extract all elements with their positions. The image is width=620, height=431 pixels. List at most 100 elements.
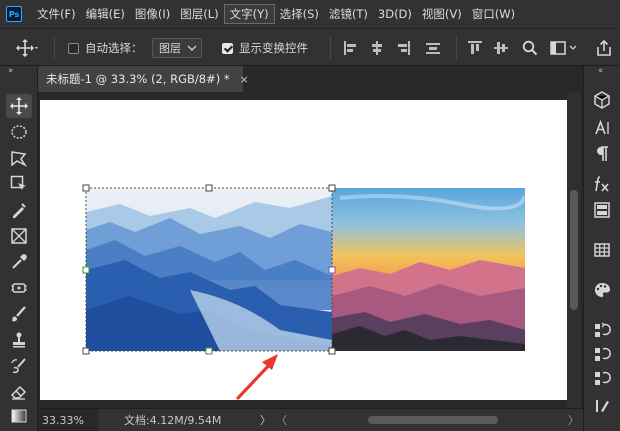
- stamp-icon: [13, 332, 25, 348]
- paragraph-panel-button[interactable]: [592, 144, 612, 164]
- crop-tool[interactable]: [6, 198, 32, 222]
- distribute-icon: [426, 41, 440, 55]
- history-brush-tool[interactable]: [6, 354, 32, 378]
- menu-type[interactable]: 文字(Y): [223, 4, 275, 24]
- transform-handle[interactable]: [328, 184, 336, 192]
- transform-handle[interactable]: [82, 266, 90, 274]
- menu-view[interactable]: 视图(V): [417, 4, 467, 24]
- canvas-artwork[interactable]: [40, 100, 567, 400]
- auto-select-target-dropdown[interactable]: 图层: [152, 38, 202, 58]
- menu-3d[interactable]: 3D(D): [373, 4, 417, 24]
- align-center-button[interactable]: [370, 29, 384, 67]
- vertical-scroll-thumb[interactable]: [570, 190, 578, 310]
- workspace-icon: [550, 41, 566, 55]
- align-vertical-center-icon: [494, 41, 508, 55]
- object-selection-icon: [10, 175, 26, 190]
- transform-handle[interactable]: [82, 347, 90, 355]
- transform-handle[interactable]: [328, 347, 336, 355]
- menu-image[interactable]: 图像(I): [130, 4, 175, 24]
- align-left-icon: [344, 41, 358, 55]
- move-tool[interactable]: [6, 94, 32, 118]
- document-canvas[interactable]: [40, 100, 567, 400]
- brush-settings-panel-button[interactable]: [592, 396, 612, 416]
- menu-file[interactable]: 文件(F): [32, 4, 81, 24]
- 3d-panel-button[interactable]: [592, 90, 612, 110]
- status-menu-arrow[interactable]: 〉: [260, 409, 271, 431]
- healing-brush-tool[interactable]: [6, 276, 32, 300]
- move-tool-preset[interactable]: [16, 29, 38, 67]
- brush-crop-icon: [13, 203, 26, 218]
- clone-stamp-tool[interactable]: [6, 328, 32, 352]
- lasso-icon: [11, 151, 28, 167]
- grid-icon: [594, 243, 610, 257]
- collapse-toolbar-icon[interactable]: ››: [8, 66, 13, 76]
- show-transform-label: 显示变换控件: [239, 41, 308, 55]
- move-icon: [16, 39, 38, 57]
- menu-select[interactable]: 选择(S): [275, 4, 324, 24]
- show-transform-checkbox[interactable]: [222, 42, 233, 54]
- align-middle-button[interactable]: [494, 29, 508, 67]
- styles-panel-button[interactable]: [592, 174, 612, 194]
- object-selection-tool[interactable]: [6, 172, 32, 196]
- align-right-icon: [396, 41, 410, 55]
- sunset-mountains-image[interactable]: [332, 188, 527, 351]
- menu-filter[interactable]: 滤镜(T): [324, 4, 373, 24]
- collapse-panels-icon[interactable]: ‹‹: [598, 66, 603, 76]
- dropdown-value: 图层: [159, 42, 181, 55]
- align-left-button[interactable]: [344, 29, 358, 67]
- scroll-left-arrow[interactable]: 〈: [276, 409, 287, 431]
- layer-comps-icon: [595, 371, 611, 385]
- zoom-level-field[interactable]: 33.33%: [38, 409, 98, 431]
- annotation-arrow: [236, 354, 278, 400]
- document-tab-title: 未标题-1 @ 33.3% (2, RGB/8#) *: [46, 72, 230, 86]
- actions-icon: [595, 347, 611, 361]
- vertical-scrollbar[interactable]: [567, 92, 581, 408]
- document-tab[interactable]: 未标题-1 @ 33.3% (2, RGB/8#) * ×: [38, 66, 249, 92]
- brush-settings-icon: [596, 400, 609, 412]
- blue-mountains-image[interactable]: [86, 188, 332, 351]
- character-panel-button[interactable]: [592, 118, 612, 138]
- auto-select-checkbox[interactable]: [68, 42, 79, 54]
- eyedropper-tool[interactable]: [6, 250, 32, 274]
- search-button[interactable]: [522, 29, 538, 67]
- photoshop-logo[interactable]: Ps: [6, 6, 22, 22]
- eraser-tool[interactable]: [6, 380, 32, 404]
- transform-handle[interactable]: [205, 347, 213, 355]
- separator: [54, 37, 55, 59]
- transform-handle[interactable]: [205, 184, 213, 192]
- status-bar: 33.33% 文档:4.12M/9.54M 〉 〈 〉: [38, 408, 583, 431]
- history-panel-button[interactable]: [592, 320, 612, 340]
- panel-layout-icon: [594, 202, 610, 218]
- workspace-switcher[interactable]: [550, 29, 577, 67]
- bandage-icon: [11, 283, 27, 293]
- actions-panel-button[interactable]: [592, 344, 612, 364]
- polygonal-lasso-tool[interactable]: [6, 146, 32, 170]
- right-panel-dock: ‹‹: [583, 66, 620, 431]
- elliptical-marquee-tool[interactable]: [6, 120, 32, 144]
- menu-window[interactable]: 窗口(W): [467, 4, 520, 24]
- align-right-button[interactable]: [396, 29, 410, 67]
- frame-tool[interactable]: [6, 224, 32, 248]
- brush-tool[interactable]: [6, 302, 32, 326]
- palette-icon: [595, 283, 610, 297]
- share-button[interactable]: [596, 29, 612, 67]
- swatches-panel-button[interactable]: [592, 240, 612, 260]
- transform-handle[interactable]: [82, 184, 90, 192]
- menu-layer[interactable]: 图层(L): [175, 4, 223, 24]
- scroll-right-arrow[interactable]: 〉: [568, 409, 579, 431]
- layer-comps-panel-button[interactable]: [592, 368, 612, 388]
- menu-edit[interactable]: 编辑(E): [81, 4, 130, 24]
- gradient-icon: [11, 409, 27, 423]
- canvas-area[interactable]: [38, 92, 583, 408]
- distribute-vertical-button[interactable]: [426, 29, 440, 67]
- horizontal-scroll-thumb[interactable]: [368, 416, 498, 424]
- transform-handle[interactable]: [328, 266, 336, 274]
- align-top-button[interactable]: [468, 29, 482, 67]
- gradient-tool[interactable]: [6, 404, 32, 428]
- close-tab-button[interactable]: ×: [240, 73, 249, 86]
- ellipse-marquee-icon: [11, 125, 27, 139]
- libraries-panel-button[interactable]: [592, 200, 612, 220]
- chevron-down-icon: [187, 45, 197, 51]
- move-icon: [10, 97, 28, 115]
- color-panel-button[interactable]: [592, 280, 612, 300]
